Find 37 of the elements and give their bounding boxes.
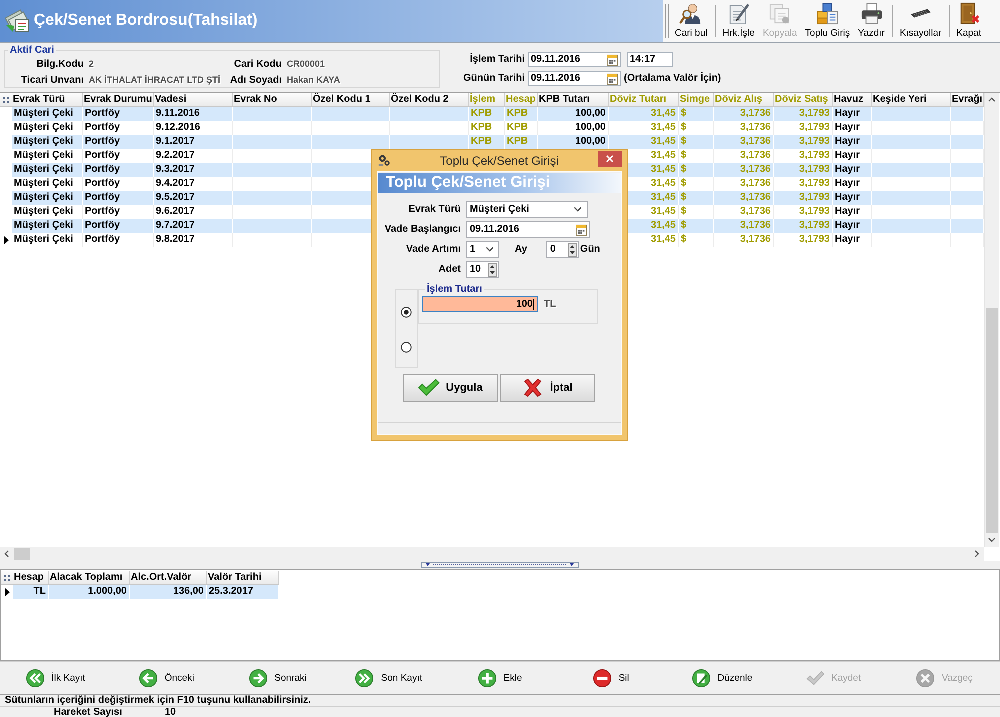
dialog-title: Toplu Çek/Senet Girişi bbox=[439, 154, 560, 168]
field-value: AK İTHALAT İHRACAT LTD ŞTİ bbox=[89, 75, 222, 86]
field-label: Bilg.Kodu bbox=[36, 59, 84, 70]
field-label: İşlem Tarihi bbox=[469, 54, 525, 65]
table-cell: 3,1736 bbox=[714, 233, 774, 247]
field-label: Vade Başlangıcı bbox=[384, 224, 461, 235]
table-cell: 3,1793 bbox=[774, 233, 833, 247]
table-cell: TL bbox=[13, 585, 49, 599]
currency-label: TL bbox=[544, 298, 556, 310]
field-value: Hakan KAYA bbox=[287, 75, 342, 86]
field-label: Adet bbox=[438, 264, 461, 275]
table-cell: $ bbox=[679, 233, 714, 247]
dialog-heading: Toplu Çek/Senet Girişi bbox=[378, 173, 621, 193]
unit-label: Gün bbox=[580, 244, 600, 255]
unit-label: Ay bbox=[515, 244, 528, 255]
table-cell: Müşteri Çeki bbox=[12, 233, 83, 247]
field-label: Cari Kodu bbox=[233, 59, 282, 70]
status-hint: Sütunların içeriğini değiştirmek için F10 tuşunu kullanabilirsiniz. bbox=[4, 695, 312, 706]
field-label: Ticari Unvanı bbox=[20, 75, 84, 86]
table-cell: 1.000,00 bbox=[49, 585, 130, 599]
count-value: 10 bbox=[165, 707, 176, 717]
field-label: Vade Artımı bbox=[405, 244, 461, 255]
field-label: Evrak Türü bbox=[408, 204, 461, 215]
table-cell: 136,00 bbox=[130, 585, 207, 599]
group-title: İşlem Tutarı bbox=[426, 284, 484, 295]
table-cell: 9.8.2017 bbox=[154, 233, 233, 247]
table-cell: Portföy bbox=[83, 233, 154, 247]
table-cell: 25.3.2017 bbox=[207, 585, 279, 599]
field-note: (Ortalama Valör İçin) bbox=[624, 73, 722, 84]
field-value: 2 bbox=[89, 59, 96, 70]
window-title: Çek/Senet Bordrosu(Tahsilat) bbox=[34, 12, 258, 30]
field-label: Günün Tarihi bbox=[462, 73, 525, 84]
count-label: Hareket Sayısı bbox=[54, 707, 124, 717]
table-cell: Hayır bbox=[833, 233, 872, 247]
field-value: CR00001 bbox=[287, 59, 326, 70]
group-title: Aktif Cari bbox=[9, 45, 56, 56]
field-label: Adı Soyadı bbox=[230, 75, 282, 86]
